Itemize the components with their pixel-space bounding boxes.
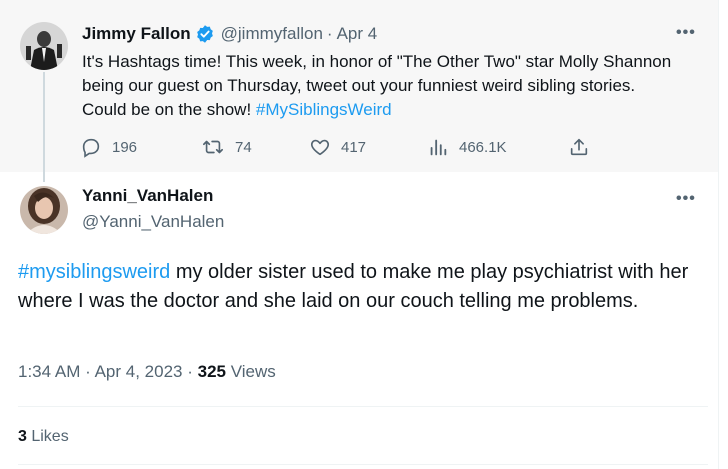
divider-bottom	[18, 464, 708, 465]
like-count: 417	[341, 138, 367, 156]
share-button[interactable]	[568, 135, 590, 159]
views-bar-chart-icon	[430, 139, 447, 156]
header-separator: ·	[326, 24, 333, 43]
retweet-button[interactable]: 74	[201, 135, 252, 159]
meta-separator-2: ·	[187, 362, 193, 381]
reply-button[interactable]: 196	[80, 135, 137, 159]
reply-likes-link[interactable]: 3 Likes	[18, 428, 69, 446]
reply-more-icon[interactable]: •••	[676, 191, 698, 207]
reply-views-label: Views	[226, 362, 276, 381]
reply-views-count: 325	[197, 362, 226, 381]
views-count: 466.1K	[459, 138, 507, 156]
reply-date[interactable]: Apr 4, 2023	[95, 362, 183, 381]
heart-icon	[310, 139, 330, 156]
thread-connector-line	[43, 72, 45, 182]
parent-tweet-header: Jimmy Fallon @jimmyfallon · Apr 4	[82, 22, 377, 46]
retweet-count: 74	[235, 138, 252, 156]
retweet-icon	[203, 140, 223, 154]
parent-author-handle[interactable]: @jimmyfallon	[221, 24, 323, 44]
reply-count: 196	[112, 138, 138, 156]
reply-icon	[82, 138, 100, 158]
parent-tweet-text: It's Hashtags time! This week, in honor …	[82, 50, 682, 122]
reply-likes-count: 3	[18, 428, 27, 445]
meta-separator-1: ·	[85, 362, 91, 381]
parent-tweet[interactable]: Jimmy Fallon @jimmyfallon · Apr 4 ••• It…	[0, 0, 718, 182]
parent-author-name[interactable]: Jimmy Fallon	[82, 24, 191, 44]
reply-hashtag-link[interactable]: #mysiblingsweird	[18, 261, 170, 283]
share-icon	[570, 138, 588, 156]
reply-tweet-text: #mysiblingsweird my older sister used to…	[18, 258, 708, 316]
jimmy-fallon-avatar[interactable]	[20, 22, 68, 70]
divider-top	[18, 406, 708, 407]
parent-date[interactable]: Apr 4	[337, 24, 378, 44]
parent-more-icon[interactable]: •••	[676, 25, 698, 41]
reply-time[interactable]: 1:34 AM	[18, 362, 80, 381]
parent-action-bar: 196 74 417 466.1K	[80, 135, 600, 159]
timeline-right-border	[718, 0, 719, 469]
reply-author-name[interactable]: Yanni_VanHalen	[82, 186, 213, 206]
parent-hashtag-link[interactable]: #MySiblingsWeird	[256, 100, 392, 119]
like-button[interactable]: 417	[309, 135, 366, 159]
reply-likes-label: Likes	[26, 428, 69, 445]
reply-metadata: 1:34 AM · Apr 4, 2023 · 325 Views	[18, 362, 276, 382]
verified-badge-icon	[196, 25, 213, 43]
yanni-vanhalen-avatar[interactable]	[20, 186, 68, 234]
reply-tweet: Yanni_VanHalen @Yanni_VanHalen ••• #mysi…	[0, 172, 718, 469]
reply-author-handle[interactable]: @Yanni_VanHalen	[82, 212, 224, 232]
views-button[interactable]: 466.1K	[427, 135, 507, 159]
